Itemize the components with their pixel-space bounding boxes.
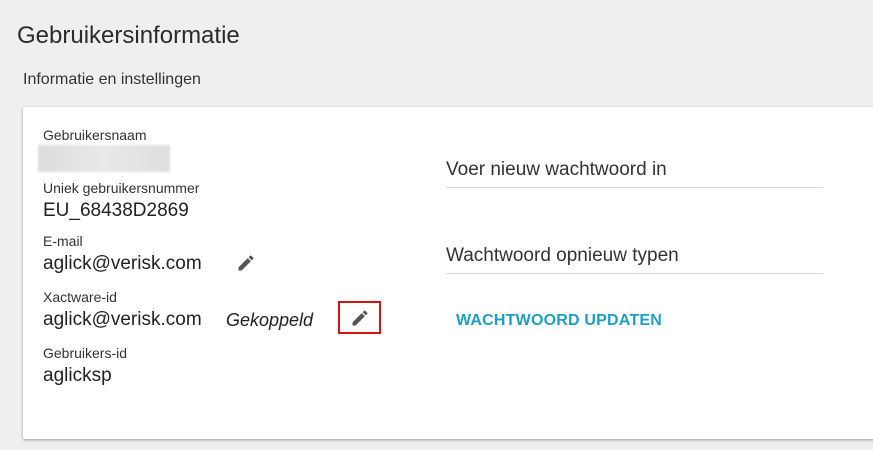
username-value-redacted (38, 145, 170, 172)
user-id-label: Gebruikers-id (43, 345, 128, 361)
new-password-input[interactable] (446, 151, 827, 189)
unique-id-value: EU_68438D2869 (43, 200, 189, 221)
edit-xactware-button[interactable] (348, 306, 372, 330)
edit-email-button[interactable] (234, 251, 258, 275)
email-label: E-mail (43, 233, 83, 249)
new-password-field[interactable]: Voer nieuw wachtwoord in (446, 151, 827, 189)
xactware-status: Gekoppeld (226, 310, 314, 330)
unique-id-label: Uniek gebruikersnummer (43, 180, 200, 196)
pencil-icon (352, 310, 368, 326)
xactware-label: Xactware-id (43, 289, 117, 305)
update-password-button[interactable]: WACHTWOORD UPDATEN (456, 312, 662, 330)
xactware-value: aglick@verisk.com (43, 309, 202, 330)
pencil-icon (238, 255, 254, 271)
user-id-value: aglicksp (43, 365, 112, 386)
page-title: Gebruikersinformatie (17, 22, 240, 49)
email-value: aglick@verisk.com (43, 253, 202, 274)
retype-password-field[interactable]: Wachtwoord opnieuw typen (446, 237, 827, 275)
username-label: Gebruikersnaam (43, 127, 147, 143)
user-info-card: Gebruikersnaam Uniek gebruikersnummer EU… (23, 107, 873, 439)
retype-password-input[interactable] (446, 237, 827, 275)
section-label: Informatie en instellingen (23, 71, 201, 88)
